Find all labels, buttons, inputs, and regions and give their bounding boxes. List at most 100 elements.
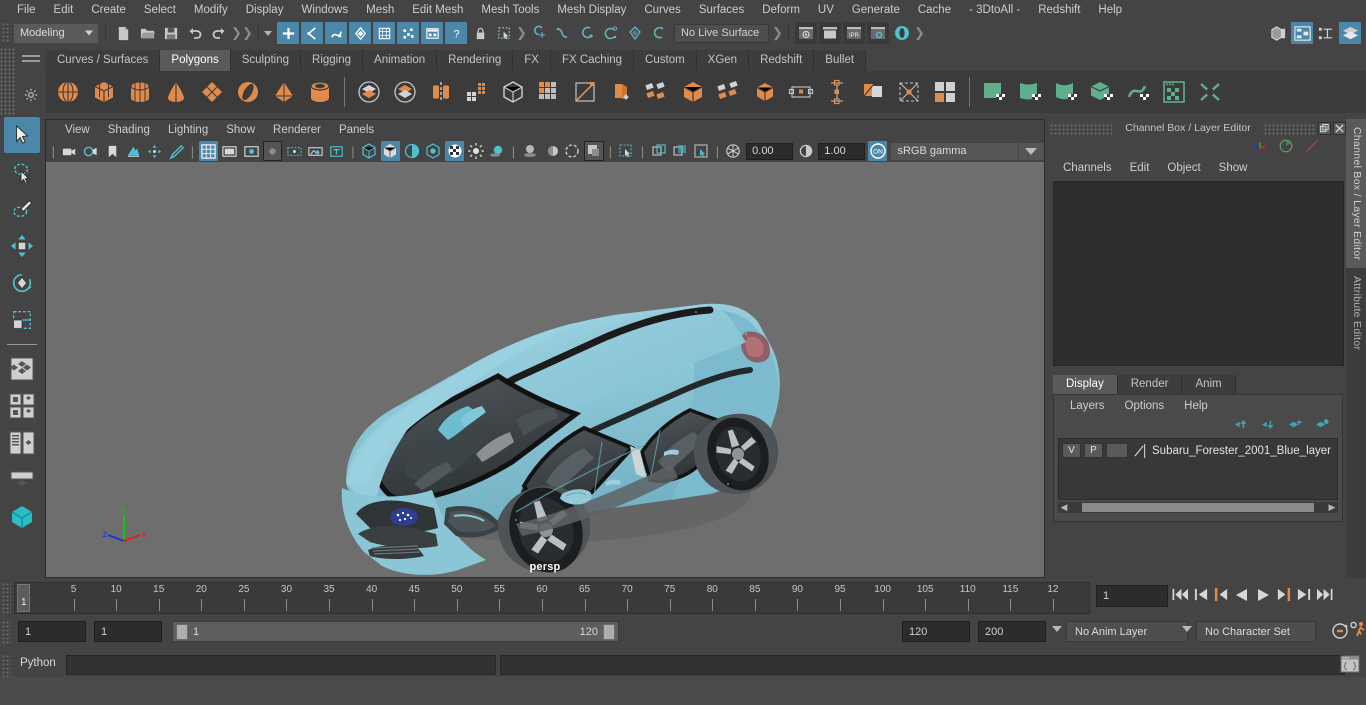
- command-line-grip[interactable]: [2, 655, 11, 677]
- uv-snapshot-icon[interactable]: [1193, 75, 1227, 109]
- select-by-hierarchy-root-icon[interactable]: [349, 22, 371, 44]
- menu-deform[interactable]: Deform: [753, 0, 809, 20]
- grease-pencil-icon[interactable]: [167, 141, 186, 161]
- snap-to-projected-center-icon[interactable]: [600, 22, 622, 44]
- poly-cone-icon[interactable]: [159, 75, 193, 109]
- shelf-tab-sculpting[interactable]: Sculpting: [230, 50, 302, 71]
- use-default-material-icon[interactable]: [424, 141, 443, 161]
- animation-preferences-icon[interactable]: [1348, 620, 1366, 641]
- viewport-menu-shading[interactable]: Shading: [99, 120, 159, 140]
- poly-pyramid-icon[interactable]: [267, 75, 301, 109]
- open-scene-icon[interactable]: [136, 22, 158, 44]
- shelf-tab-bullet[interactable]: Bullet: [814, 50, 867, 71]
- xray-text-icon[interactable]: [327, 141, 346, 161]
- dock-grip[interactable]: [1050, 123, 1112, 136]
- show-hide-tool-settings-icon[interactable]: [1315, 22, 1337, 44]
- snap-to-curve-icon[interactable]: [552, 22, 574, 44]
- gamma-field[interactable]: 1.00: [818, 142, 866, 160]
- viewport-menu-show[interactable]: Show: [217, 120, 264, 140]
- show-hide-modeling-toolkit-icon[interactable]: [1267, 22, 1289, 44]
- shelf-tab-animation[interactable]: Animation: [363, 50, 438, 71]
- uv-unfold-icon[interactable]: [1121, 75, 1155, 109]
- smooth-shade-all-icon[interactable]: [380, 141, 401, 161]
- uv-automatic-icon[interactable]: [1085, 75, 1119, 109]
- chamfer-vertex-icon[interactable]: [892, 75, 926, 109]
- film-origin-icon[interactable]: [284, 141, 303, 161]
- multisample-icon[interactable]: [563, 141, 582, 161]
- select-misc-icon[interactable]: ?: [445, 22, 467, 44]
- select-pick-mask-icon[interactable]: [692, 141, 711, 161]
- menu-redshift[interactable]: Redshift: [1029, 0, 1089, 20]
- shelf-tab-custom[interactable]: Custom: [634, 50, 697, 71]
- viewport-menu-view[interactable]: View: [56, 120, 99, 140]
- persp-graph-layout-icon[interactable]: [4, 425, 40, 461]
- gate-mask-icon[interactable]: [262, 141, 283, 161]
- wireframe-icon[interactable]: [359, 141, 378, 161]
- range-slider[interactable]: 1 120: [172, 621, 619, 642]
- uv-editor-icon[interactable]: [1157, 75, 1191, 109]
- hypershade-layout-icon[interactable]: [4, 462, 40, 498]
- undo-icon[interactable]: [184, 22, 206, 44]
- step-back-frame-icon[interactable]: [1214, 587, 1229, 605]
- scroll-right-arrow-icon[interactable]: ▶: [1326, 502, 1338, 513]
- select-tool[interactable]: [4, 117, 40, 153]
- boolean-difference-icon[interactable]: [388, 75, 422, 109]
- poly-pipe-icon[interactable]: [303, 75, 337, 109]
- color-management-toggle[interactable]: ON: [868, 141, 888, 161]
- menu-windows[interactable]: Windows: [292, 0, 357, 20]
- layer-tab-anim[interactable]: Anim: [1182, 375, 1236, 394]
- chevron-down-icon[interactable]: [264, 30, 272, 36]
- redo-icon[interactable]: [208, 22, 230, 44]
- current-frame-field[interactable]: 1: [1096, 585, 1168, 607]
- color-management-dropdown-arrow[interactable]: [1018, 142, 1044, 160]
- smooth-icon[interactable]: [496, 75, 530, 109]
- uv-cylindrical-icon[interactable]: [1013, 75, 1047, 109]
- layer-tab-render[interactable]: Render: [1117, 375, 1183, 394]
- playback-start-time-field[interactable]: 1: [94, 621, 162, 642]
- layer-menu-help[interactable]: Help: [1174, 400, 1218, 412]
- bridge-icon[interactable]: [640, 75, 674, 109]
- undock-icon[interactable]: [1318, 121, 1331, 135]
- layer-tab-display[interactable]: Display: [1053, 375, 1118, 394]
- layer-visibility-toggle[interactable]: V: [1062, 443, 1081, 458]
- move-tool[interactable]: [4, 228, 40, 264]
- use-all-lights-icon[interactable]: [466, 141, 485, 161]
- shelf-tab-redshift[interactable]: Redshift: [749, 50, 815, 71]
- character-set-field[interactable]: No Character Set: [1196, 621, 1316, 642]
- select-camera-icon[interactable]: [60, 141, 79, 161]
- range-start-handle[interactable]: [176, 623, 188, 640]
- xray-icon[interactable]: [617, 141, 636, 161]
- step-back-keyframe-icon[interactable]: [1194, 587, 1209, 605]
- multi-cut-icon[interactable]: [568, 75, 602, 109]
- make-live-icon[interactable]: [624, 22, 646, 44]
- film-gate-icon[interactable]: [220, 141, 239, 161]
- shelf-tab-rigging[interactable]: Rigging: [301, 50, 364, 71]
- bevel-icon[interactable]: [604, 75, 638, 109]
- shelf-tab-menu-icon[interactable]: [22, 55, 40, 65]
- exposure-settings-icon[interactable]: [724, 141, 743, 161]
- viewport-3d-canvas[interactable]: y x z persp: [46, 162, 1044, 577]
- statusbar-grip[interactable]: [2, 23, 11, 43]
- isolate-select-icon[interactable]: [583, 141, 604, 161]
- lock-selection-icon[interactable]: [469, 22, 491, 44]
- menu-display[interactable]: Display: [237, 0, 293, 20]
- shelf-tab-polygons[interactable]: Polygons: [160, 50, 231, 71]
- select-render-nodes-icon[interactable]: [421, 22, 443, 44]
- menu-curves[interactable]: Curves: [635, 0, 689, 20]
- rotate-tool[interactable]: [4, 265, 40, 301]
- menu-edit-mesh[interactable]: Edit Mesh: [403, 0, 472, 20]
- shaded-wireframe-icon[interactable]: [402, 141, 421, 161]
- menu-edit[interactable]: Edit: [45, 0, 83, 20]
- animation-start-time-field[interactable]: 1: [18, 621, 86, 642]
- poly-cylinder-icon[interactable]: [123, 75, 157, 109]
- ipr-render-icon[interactable]: IPR: [843, 22, 865, 44]
- channel-box-icon[interactable]: [1252, 138, 1268, 157]
- snap-to-view-plane-icon[interactable]: [648, 22, 670, 44]
- command-input[interactable]: [66, 655, 496, 675]
- select-tool-marquee-icon[interactable]: [493, 22, 515, 44]
- save-scene-icon[interactable]: [160, 22, 182, 44]
- gamma-settings-icon[interactable]: [796, 141, 815, 161]
- camera-attributes-icon[interactable]: [81, 141, 100, 161]
- channel-box-menu-show[interactable]: Show: [1210, 162, 1257, 174]
- uv-spherical-icon[interactable]: [1049, 75, 1083, 109]
